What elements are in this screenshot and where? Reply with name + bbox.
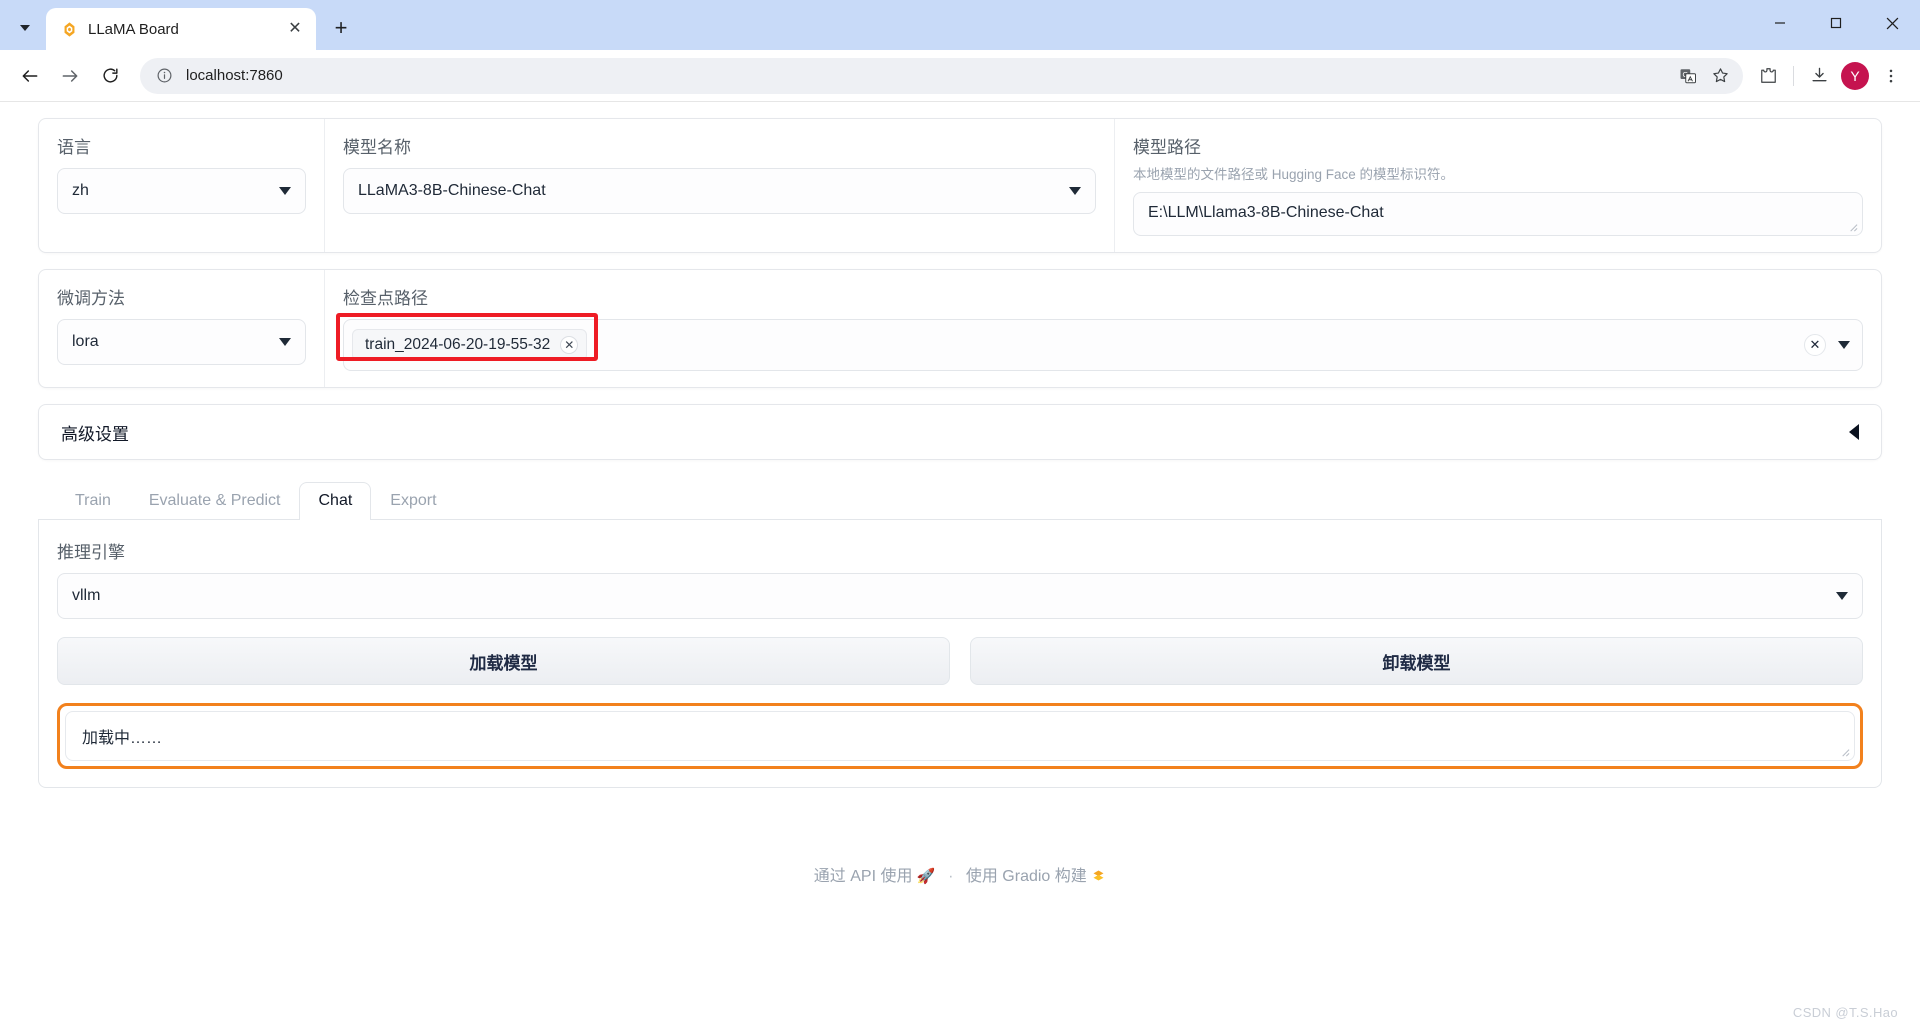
chevron-down-icon	[279, 187, 291, 195]
info-circle-icon[interactable]	[154, 66, 174, 86]
close-icon[interactable]: ✕	[284, 18, 306, 40]
browser-toolbar: localhost:7860 G	[0, 50, 1920, 102]
star-icon[interactable]	[1705, 61, 1735, 91]
infer-engine-field: 推理引擎 vllm	[57, 538, 1863, 619]
status-text: 加载中……	[82, 730, 163, 747]
finetuning-method-label: 微调方法	[57, 289, 125, 308]
checkpoint-path-label: 检查点路径	[343, 289, 428, 308]
extensions-puzzle-icon[interactable]	[1751, 59, 1785, 93]
browser-tab-title: LLaMA Board	[88, 20, 179, 38]
advanced-settings-title: 高级设置	[61, 424, 129, 444]
model-path-value: E:\LLM\Llama3-8B-Chinese-Chat	[1148, 204, 1384, 221]
chevron-down-icon	[1836, 592, 1848, 600]
plus-icon: +	[334, 15, 348, 40]
infer-engine-label: 推理引擎	[57, 543, 125, 562]
browser-tab-strip: LLaMA Board ✕ +	[0, 0, 1920, 50]
window-close-button[interactable]	[1864, 0, 1920, 46]
checkpoint-tag[interactable]: train_2024-06-20-19-55-32 ✕	[352, 329, 588, 361]
toolbar-divider	[1793, 65, 1794, 86]
use-via-api-label: 通过 API 使用	[813, 868, 913, 885]
back-button[interactable]	[12, 58, 48, 94]
status-textbox-wrapper: 加载中……	[57, 703, 1863, 769]
browser-window: LLaMA Board ✕ + localhost:7860 Y 语言 zh 模…	[0, 0, 1920, 1028]
status-textbox[interactable]: 加载中……	[65, 711, 1855, 761]
chevron-down-icon[interactable]	[1838, 341, 1850, 349]
triangle-left-icon	[1849, 424, 1859, 440]
model-name-field: 模型名称 LLaMA3-8B-Chinese-Chat	[324, 119, 1114, 252]
model-name-label: 模型名称	[343, 138, 411, 157]
three-dots-vertical-icon[interactable]	[1874, 59, 1908, 93]
tab-search-button[interactable]	[8, 11, 42, 45]
toolbar-right-actions: Y	[1751, 59, 1908, 93]
checkpoint-path-field: 检查点路径 train_2024-06-20-19-55-32 ✕ ✕	[324, 270, 1881, 387]
close-icon[interactable]: ✕	[560, 336, 579, 354]
resize-handle-icon[interactable]	[1847, 221, 1859, 233]
forward-button[interactable]	[52, 58, 88, 94]
language-field: 语言 zh	[39, 119, 324, 252]
tab-evaluate-predict[interactable]: Evaluate & Predict	[130, 482, 300, 520]
use-via-api-link[interactable]: 通过 API 使用 🚀	[814, 868, 940, 885]
maximize-button[interactable]	[1808, 0, 1864, 46]
finetuning-method-dropdown[interactable]: lora	[57, 319, 306, 365]
language-dropdown[interactable]: zh	[57, 168, 306, 214]
llama-board-favicon	[60, 20, 78, 38]
chevron-down-icon	[1069, 187, 1081, 195]
page-content: 语言 zh 模型名称 LLaMA3-8B-Chinese-Chat 模型路径 本…	[0, 102, 1920, 1028]
built-with-gradio-label: 使用 Gradio 构建	[965, 868, 1087, 885]
load-model-button[interactable]: 加载模型	[57, 637, 950, 685]
gradio-logo-icon	[1091, 868, 1106, 885]
forward-arrow-icon	[62, 69, 78, 82]
browser-tab[interactable]: LLaMA Board ✕	[46, 8, 316, 50]
advanced-settings-accordion[interactable]: 高级设置	[38, 404, 1882, 460]
address-bar-url: localhost:7860	[186, 67, 283, 84]
rocket-icon: 🚀	[916, 868, 936, 885]
gradio-footer: 通过 API 使用 🚀 · 使用 Gradio 构建	[38, 862, 1882, 886]
model-path-field: 模型路径 本地模型的文件路径或 Hugging Face 的模型标识符。 E:\…	[1114, 119, 1881, 252]
chevron-down-icon	[279, 338, 291, 346]
tab-export[interactable]: Export	[371, 482, 455, 520]
model-action-buttons: 加载模型 卸载模型	[57, 637, 1863, 685]
infer-engine-dropdown[interactable]: vllm	[57, 573, 1863, 619]
footer-separator: ·	[948, 868, 954, 885]
model-path-input[interactable]: E:\LLM\Llama3-8B-Chinese-Chat	[1133, 192, 1863, 236]
language-value: zh	[72, 182, 89, 199]
chevron-down-icon	[20, 25, 30, 31]
resize-handle-icon[interactable]	[1839, 746, 1851, 758]
window-controls	[1752, 0, 1920, 46]
main-tabs: Train Evaluate & Predict Chat Export	[38, 478, 1882, 520]
multiselect-actions: ✕	[1804, 334, 1850, 356]
model-path-label: 模型路径	[1133, 138, 1201, 157]
finetune-config-row: 微调方法 lora 检查点路径 train_2024-06-20-19-55-3…	[39, 270, 1881, 387]
checkpoint-path-multiselect[interactable]: train_2024-06-20-19-55-32 ✕ ✕	[343, 319, 1863, 371]
chat-tab-panel: 推理引擎 vllm 加载模型 卸载模型 加载中……	[38, 520, 1882, 788]
language-label: 语言	[57, 138, 91, 157]
checkpoint-tag-label: train_2024-06-20-19-55-32	[365, 336, 551, 353]
model-path-description: 本地模型的文件路径或 Hugging Face 的模型标识符。	[1133, 167, 1455, 182]
omnibox-actions: G	[1673, 61, 1735, 91]
new-tab-button[interactable]: +	[324, 11, 358, 45]
model-config-row: 语言 zh 模型名称 LLaMA3-8B-Chinese-Chat 模型路径 本…	[39, 119, 1881, 252]
tab-chat[interactable]: Chat	[299, 482, 372, 520]
avatar[interactable]: Y	[1841, 61, 1869, 90]
built-with-gradio-link[interactable]: 使用 Gradio 构建	[966, 868, 1106, 885]
csdn-watermark: CSDN @T.S.Hao	[1792, 1005, 1898, 1020]
back-arrow-icon	[22, 69, 38, 82]
finetune-config-block: 微调方法 lora 检查点路径 train_2024-06-20-19-55-3…	[38, 269, 1882, 388]
minimize-button[interactable]	[1752, 0, 1808, 46]
reload-button[interactable]	[92, 58, 128, 94]
download-icon[interactable]	[1802, 59, 1836, 93]
finetuning-method-value: lora	[72, 333, 99, 350]
clear-x-icon[interactable]: ✕	[1804, 334, 1826, 356]
llama-board-app: 语言 zh 模型名称 LLaMA3-8B-Chinese-Chat 模型路径 本…	[0, 102, 1920, 886]
tab-train[interactable]: Train	[56, 482, 130, 520]
reload-icon	[102, 68, 118, 83]
translate-icon[interactable]: G	[1673, 61, 1703, 91]
model-name-dropdown[interactable]: LLaMA3-8B-Chinese-Chat	[343, 168, 1096, 214]
unload-model-button[interactable]: 卸载模型	[970, 637, 1863, 685]
model-name-value: LLaMA3-8B-Chinese-Chat	[358, 182, 546, 199]
infer-engine-value: vllm	[72, 587, 101, 604]
model-config-block: 语言 zh 模型名称 LLaMA3-8B-Chinese-Chat 模型路径 本…	[38, 118, 1882, 253]
finetuning-method-field: 微调方法 lora	[39, 270, 324, 387]
address-bar[interactable]: localhost:7860 G	[140, 57, 1743, 94]
